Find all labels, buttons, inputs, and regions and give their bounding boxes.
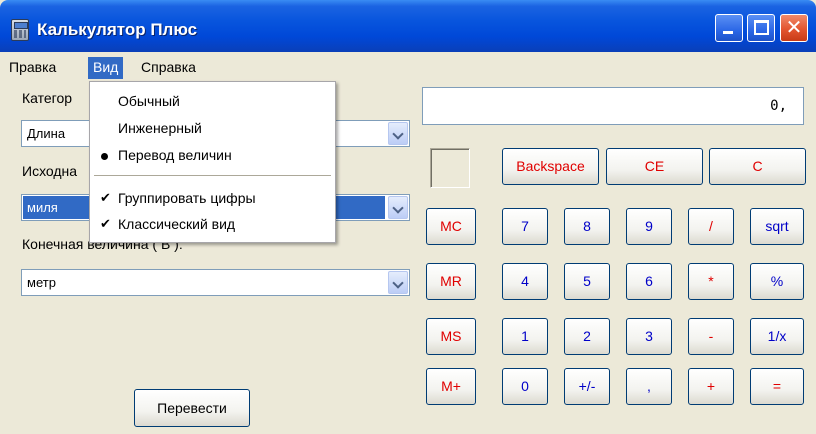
key-7[interactable]: 7: [502, 208, 548, 245]
memory-add-button[interactable]: M+: [426, 368, 476, 405]
key-9[interactable]: 9: [626, 208, 672, 245]
minimize-icon: [723, 31, 733, 34]
window-title: Калькулятор Плюс: [37, 20, 198, 39]
maximize-button[interactable]: [747, 14, 775, 42]
menu-item-digit-grouping[interactable]: ✔ Группировать цифры: [90, 187, 335, 211]
minimize-button[interactable]: [715, 14, 743, 42]
memory-indicator: [430, 148, 470, 188]
category-label: Категор: [22, 90, 73, 106]
menu-item-label: Группировать цифры: [118, 190, 256, 206]
calculator-icon: [11, 19, 29, 41]
radio-dot-icon: [101, 153, 108, 160]
key-5[interactable]: 5: [564, 263, 610, 300]
source-unit-label: Исходна: [22, 163, 78, 179]
menu-edit[interactable]: Правка: [4, 57, 61, 79]
key-equals[interactable]: =: [750, 368, 804, 405]
menu-item-standard[interactable]: Обычный: [90, 90, 335, 114]
key-divide[interactable]: /: [688, 208, 734, 245]
key-8[interactable]: 8: [564, 208, 610, 245]
key-plus-minus[interactable]: +/-: [564, 368, 610, 405]
chevron-down-icon[interactable]: [388, 271, 408, 294]
menu-bar: Правка Вид Справка: [0, 52, 816, 81]
clear-entry-button[interactable]: CE: [606, 148, 703, 185]
source-unit-value: миля: [27, 200, 58, 215]
key-add[interactable]: +: [688, 368, 734, 405]
close-button[interactable]: ✕: [780, 14, 808, 42]
key-2[interactable]: 2: [564, 318, 610, 355]
key-sqrt[interactable]: sqrt: [750, 208, 804, 245]
view-menu-dropdown: Обычный Инженерный Перевод величин ✔ Гру…: [89, 81, 336, 243]
chevron-down-icon[interactable]: [388, 196, 408, 219]
key-subtract[interactable]: -: [688, 318, 734, 355]
key-decimal[interactable]: ,: [626, 368, 672, 405]
clear-button[interactable]: C: [709, 148, 806, 185]
key-4[interactable]: 4: [502, 263, 548, 300]
key-multiply[interactable]: *: [688, 263, 734, 300]
chevron-down-icon[interactable]: [388, 122, 408, 145]
key-1[interactable]: 1: [502, 318, 548, 355]
menu-help[interactable]: Справка: [136, 57, 201, 79]
menu-item-label: Инженерный: [118, 120, 202, 136]
target-unit-value: метр: [27, 275, 56, 290]
key-3[interactable]: 3: [626, 318, 672, 355]
checkmark-icon: ✔: [100, 216, 111, 231]
key-0[interactable]: 0: [502, 368, 548, 405]
maximize-icon: [754, 20, 769, 35]
memory-recall-button[interactable]: MR: [426, 263, 476, 300]
menu-item-scientific[interactable]: Инженерный: [90, 117, 335, 141]
target-unit-select[interactable]: метр: [21, 269, 410, 296]
menu-item-label: Перевод величин: [118, 147, 232, 163]
calculator-display: 0,: [422, 87, 804, 125]
checkmark-icon: ✔: [100, 190, 111, 205]
memory-store-button[interactable]: MS: [426, 318, 476, 355]
key-percent[interactable]: %: [750, 263, 804, 300]
menu-item-classic-view[interactable]: ✔ Классический вид: [90, 213, 335, 237]
title-bar[interactable]: Калькулятор Плюс ✕: [0, 0, 816, 52]
menu-item-unit-conversion[interactable]: Перевод величин: [90, 144, 335, 168]
backspace-button[interactable]: Backspace: [502, 148, 599, 185]
convert-button[interactable]: Перевести: [134, 389, 250, 427]
category-value: Длина: [27, 126, 66, 141]
display-value: 0,: [770, 98, 787, 114]
menu-item-label: Классический вид: [118, 216, 236, 232]
key-reciprocal[interactable]: 1/x: [750, 318, 804, 355]
memory-clear-button[interactable]: MC: [426, 208, 476, 245]
menu-item-label: Обычный: [118, 93, 180, 109]
close-icon: ✕: [785, 17, 803, 39]
key-6[interactable]: 6: [626, 263, 672, 300]
menu-view[interactable]: Вид: [88, 57, 124, 79]
menu-separator: [94, 175, 331, 176]
